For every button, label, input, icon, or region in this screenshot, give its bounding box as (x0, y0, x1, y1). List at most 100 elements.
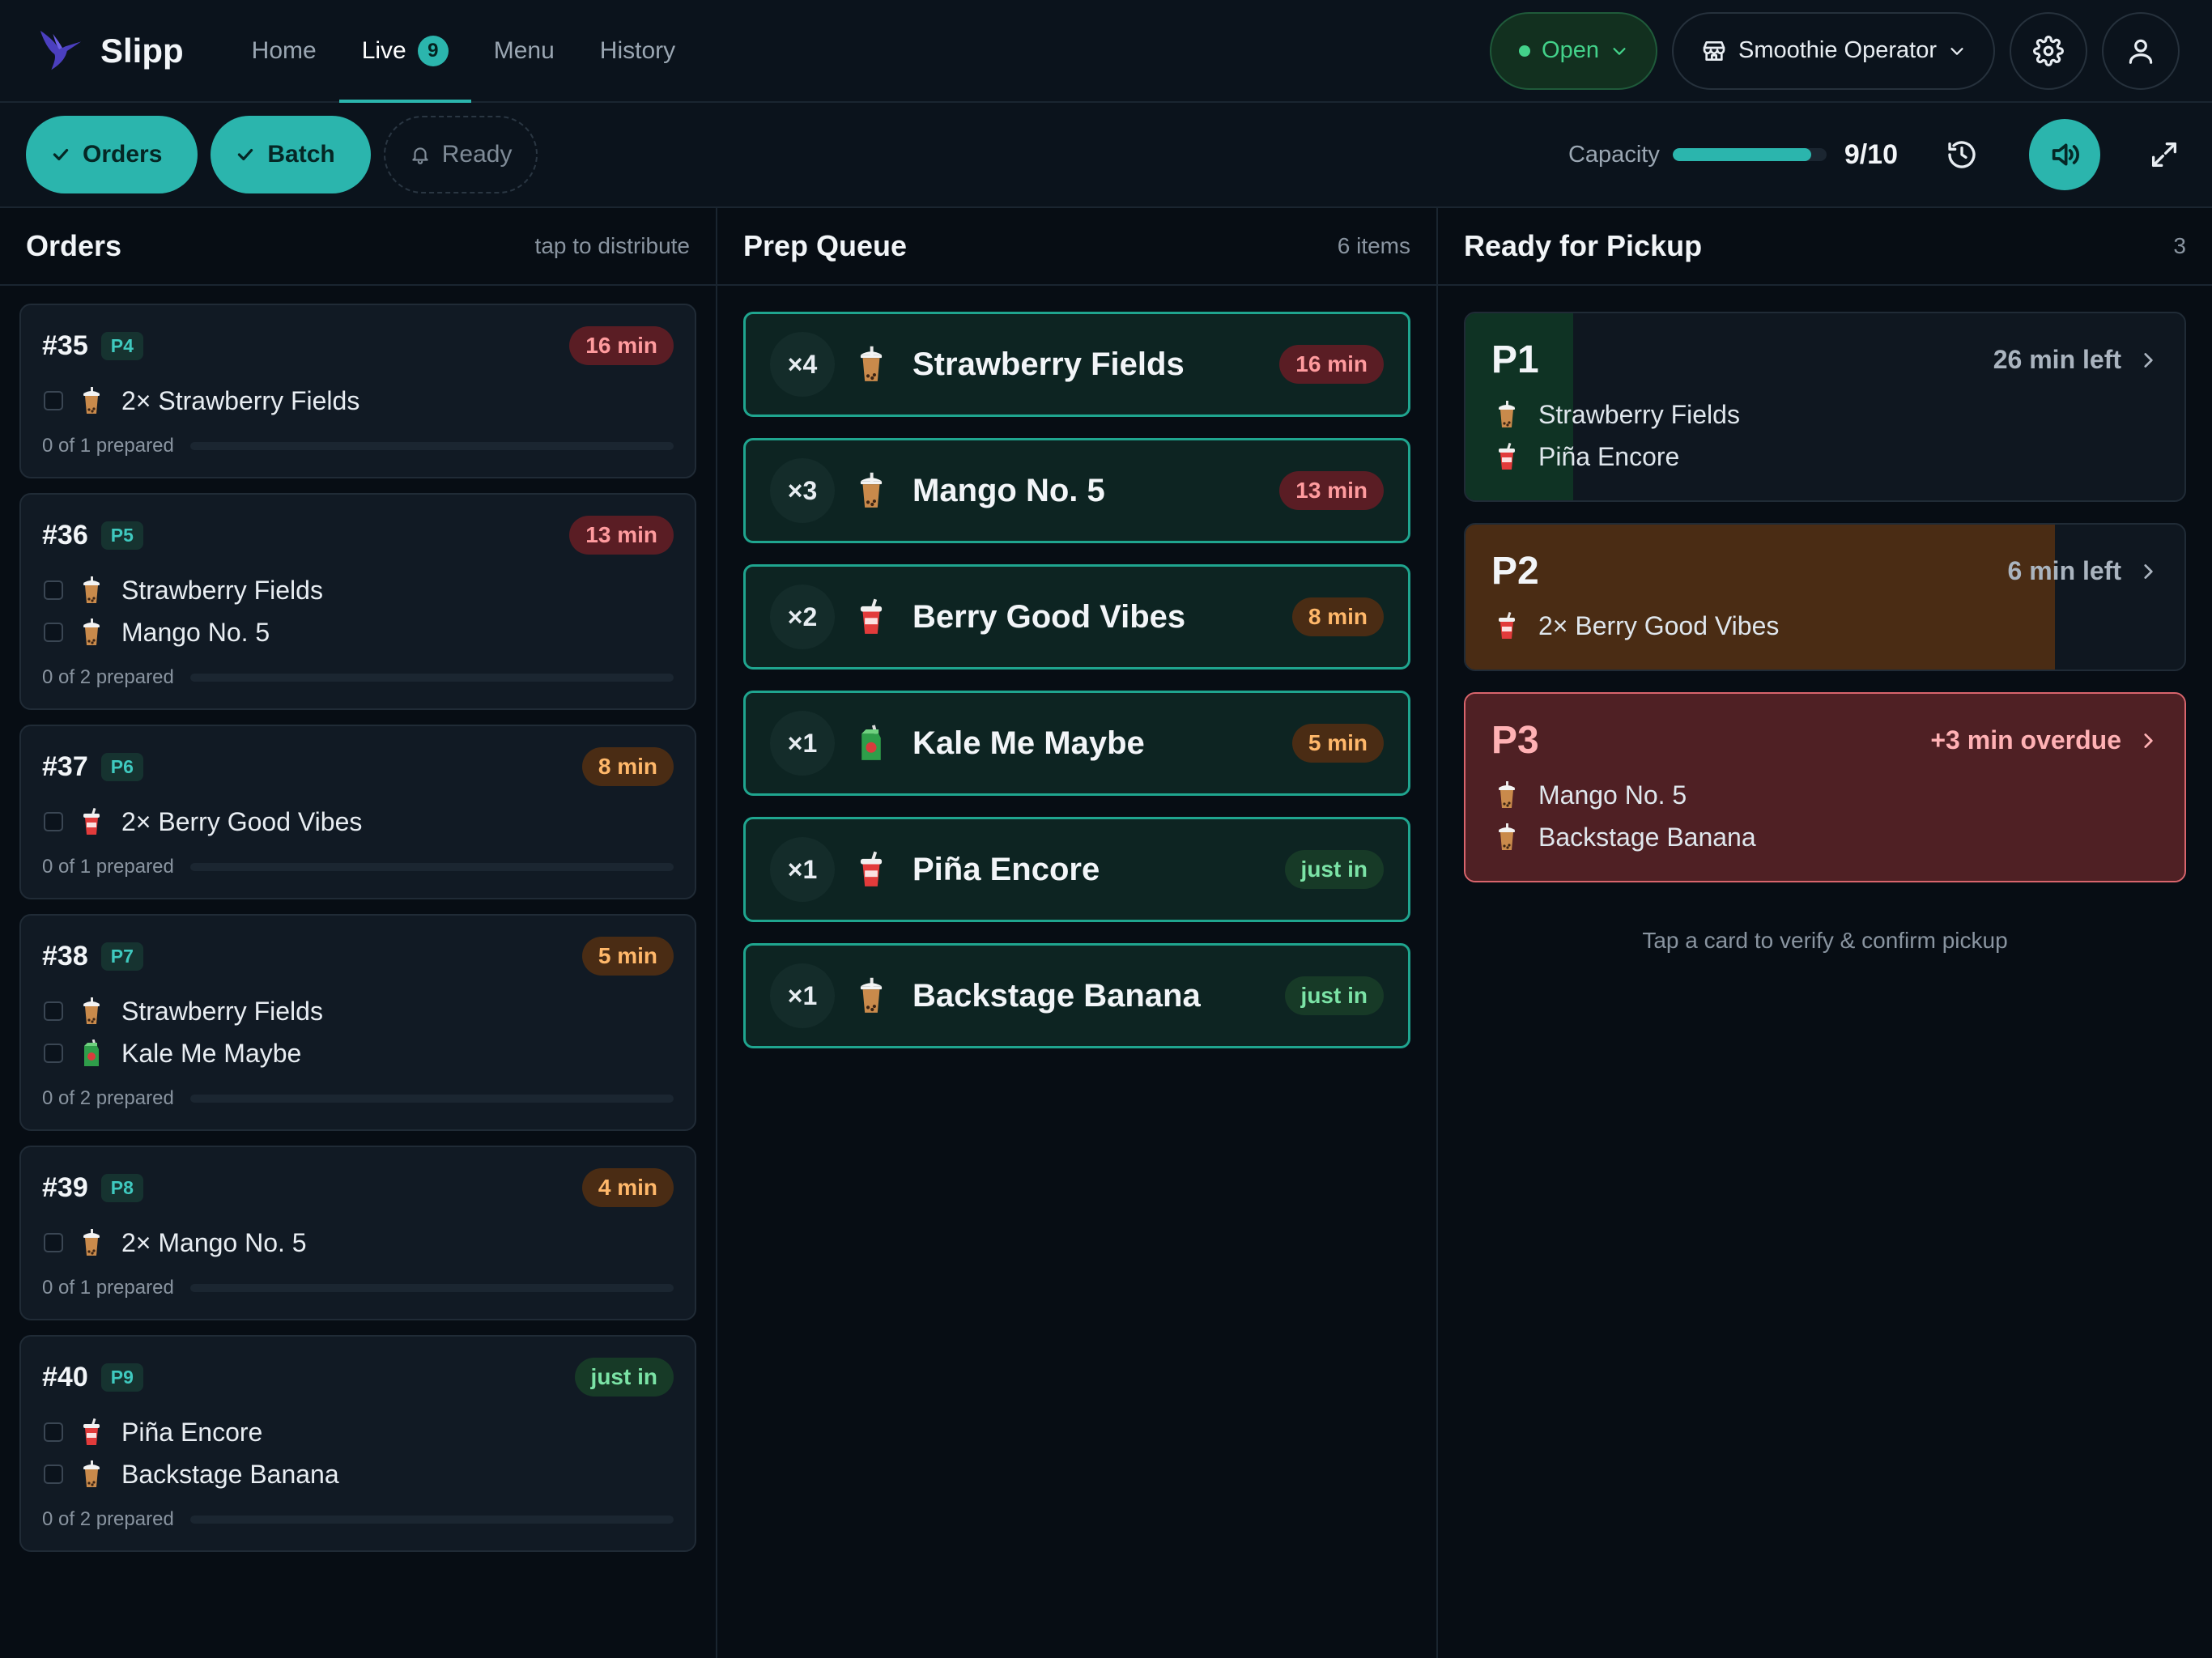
pickup-code: P1 (1491, 338, 1539, 381)
bubble-tea-icon (1499, 781, 1515, 808)
order-item-text: Strawberry Fields (121, 996, 323, 1026)
order-age-badge: just in (574, 1358, 674, 1397)
status-dot (1519, 45, 1531, 57)
bubble-tea-icon (1499, 823, 1515, 850)
orders-list: #35 P4 16 min 2× Strawberry Fields 0 of 1 pr… (0, 286, 716, 1570)
order-item-text: Piña Encore (121, 1417, 263, 1447)
prepared-count: 0 of 2 prepared (42, 1508, 174, 1530)
item-checkbox[interactable] (44, 1233, 63, 1252)
history-icon (1948, 141, 1976, 168)
order-item-text: 2× Strawberry Fields (121, 385, 360, 415)
filter-batch-label: Batch (267, 141, 335, 168)
order-progress: 0 of 2 prepared (42, 666, 674, 689)
nav-history-label: History (599, 36, 676, 64)
order-item-text: 2× Mango No. 5 (121, 1227, 307, 1257)
pickup-item-text: Mango No. 5 (1538, 780, 1687, 810)
prep-item-name: Piña Encore (912, 851, 1100, 887)
nav-live[interactable]: Live 9 (338, 0, 471, 103)
prep-queue-item[interactable]: ×3 Mango No. 5 13 min (743, 438, 1410, 543)
juice-box-icon (84, 1039, 99, 1066)
brand[interactable]: Slipp (36, 26, 184, 76)
pickup-card-header: P3 +3 min overdue (1491, 718, 2159, 763)
item-checkbox[interactable] (44, 391, 63, 410)
order-header: #36 P5 13 min (42, 516, 674, 555)
order-item-text: 2× Berry Good Vibes (121, 806, 363, 836)
item-checkbox[interactable] (44, 1422, 63, 1442)
order-item-text: Mango No. 5 (121, 617, 270, 647)
bubble-tea-icon (83, 387, 100, 414)
pager-badge: P8 (100, 1173, 143, 1202)
sound-toggle-button[interactable] (2029, 119, 2100, 190)
nav-live-label: Live (361, 36, 406, 64)
header-actions: Open Smoothie Operator (1490, 11, 2180, 90)
prep-queue-item[interactable]: ×2 Berry Good Vibes 8 min (743, 564, 1410, 670)
store-selector-dropdown[interactable]: Smoothie Operator (1671, 11, 1995, 90)
pager-badge: P7 (100, 942, 143, 971)
prep-age-badge: just in (1284, 850, 1384, 889)
filter-batch-toggle[interactable]: Batch (211, 116, 371, 193)
prep-queue-header: Prep Queue 6 items (717, 208, 1436, 286)
pager-badge: P6 (100, 752, 143, 781)
bubble-tea-icon (83, 1460, 100, 1487)
history-button[interactable] (1933, 126, 1990, 183)
fullscreen-button[interactable] (2142, 133, 2186, 176)
item-checkbox[interactable] (44, 1044, 63, 1063)
prep-queue-item[interactable]: ×1 Backstage Banana just in (743, 943, 1410, 1048)
app-name: Slipp (100, 31, 184, 70)
filter-ready-label: Ready (441, 141, 513, 168)
account-button[interactable] (2102, 11, 2180, 90)
pickup-time-remaining: +3 min overdue (1930, 725, 2121, 755)
item-checkbox[interactable] (44, 580, 63, 600)
order-card[interactable]: #39 P8 4 min 2× Mango No. 5 0 of 1 prepared (19, 1146, 696, 1320)
order-card[interactable]: #35 P4 16 min 2× Strawberry Fields 0 of 1 pr… (19, 304, 696, 478)
pickup-card[interactable]: P1 26 min left Strawberry Fields Piña Encor… (1464, 312, 2186, 502)
pickup-card[interactable]: P3 +3 min overdue Mango No. 5 Backstage Ban… (1464, 692, 2186, 882)
prepared-progress-bar (189, 674, 674, 682)
order-number: #39 (42, 1171, 88, 1203)
store-status-dropdown[interactable]: Open (1490, 11, 1657, 90)
order-item: Strawberry Fields (42, 990, 674, 1032)
order-age-badge: 5 min (581, 937, 674, 976)
quantity-badge: ×2 (770, 585, 835, 649)
prep-queue-list: ×4 Strawberry Fields 16 min ×3 Mango No. 5 13… (717, 286, 1436, 1074)
nav-home-label: Home (251, 36, 317, 64)
pickup-card[interactable]: P2 6 min left 2× Berry Good Vibes (1464, 523, 2186, 671)
pickup-time-remaining: 6 min left (2007, 556, 2121, 585)
item-checkbox[interactable] (44, 1465, 63, 1484)
cup-straw-icon (83, 1418, 100, 1445)
quantity-badge: ×1 (770, 837, 835, 902)
live-count-badge: 9 (417, 35, 449, 66)
nav-menu[interactable]: Menu (471, 0, 577, 102)
order-item: 2× Mango No. 5 (42, 1222, 674, 1264)
order-card[interactable]: #40 P9 just in Piña Encore Backstage Banana 0… (19, 1335, 696, 1552)
bubble-tea-icon (83, 1229, 100, 1256)
pickup-item-text: Piña Encore (1538, 441, 1680, 471)
quantity-badge: ×1 (770, 963, 835, 1028)
item-checkbox[interactable] (44, 812, 63, 831)
filter-ready-toggle[interactable]: Ready (383, 116, 538, 193)
chevron-down-icon (1613, 47, 1626, 55)
order-card[interactable]: #37 P6 8 min 2× Berry Good Vibes 0 of 1 prep… (19, 725, 696, 899)
prep-queue-item[interactable]: ×4 Strawberry Fields 16 min (743, 312, 1410, 417)
settings-button[interactable] (2010, 11, 2087, 90)
top-nav-bar: Slipp Home Live 9 Menu History Open Smoo… (0, 0, 2212, 103)
cup-straw-icon (83, 808, 100, 835)
item-checkbox[interactable] (44, 1001, 63, 1021)
prep-queue-item[interactable]: ×1 Piña Encore just in (743, 817, 1410, 922)
bubble-tea-icon (83, 619, 100, 645)
capacity-bar (1672, 148, 1827, 161)
prep-age-badge: 8 min (1291, 597, 1384, 636)
filter-orders-toggle[interactable]: Orders (26, 116, 198, 193)
pickup-item: Mango No. 5 (1491, 774, 2159, 816)
order-age-badge: 13 min (569, 516, 674, 555)
order-number: #40 (42, 1361, 88, 1392)
nav-home[interactable]: Home (229, 0, 339, 102)
order-number: #35 (42, 329, 88, 361)
quantity-badge: ×4 (770, 332, 835, 397)
prep-queue-item[interactable]: ×1 Kale Me Maybe 5 min (743, 691, 1410, 796)
nav-history[interactable]: History (577, 0, 698, 102)
order-card[interactable]: #38 P7 5 min Strawberry Fields Kale Me Maybe… (19, 914, 696, 1131)
order-age-badge: 8 min (581, 747, 674, 786)
order-card[interactable]: #36 P5 13 min Strawberry Fields Mango No. 5 0… (19, 493, 696, 710)
item-checkbox[interactable] (44, 623, 63, 642)
